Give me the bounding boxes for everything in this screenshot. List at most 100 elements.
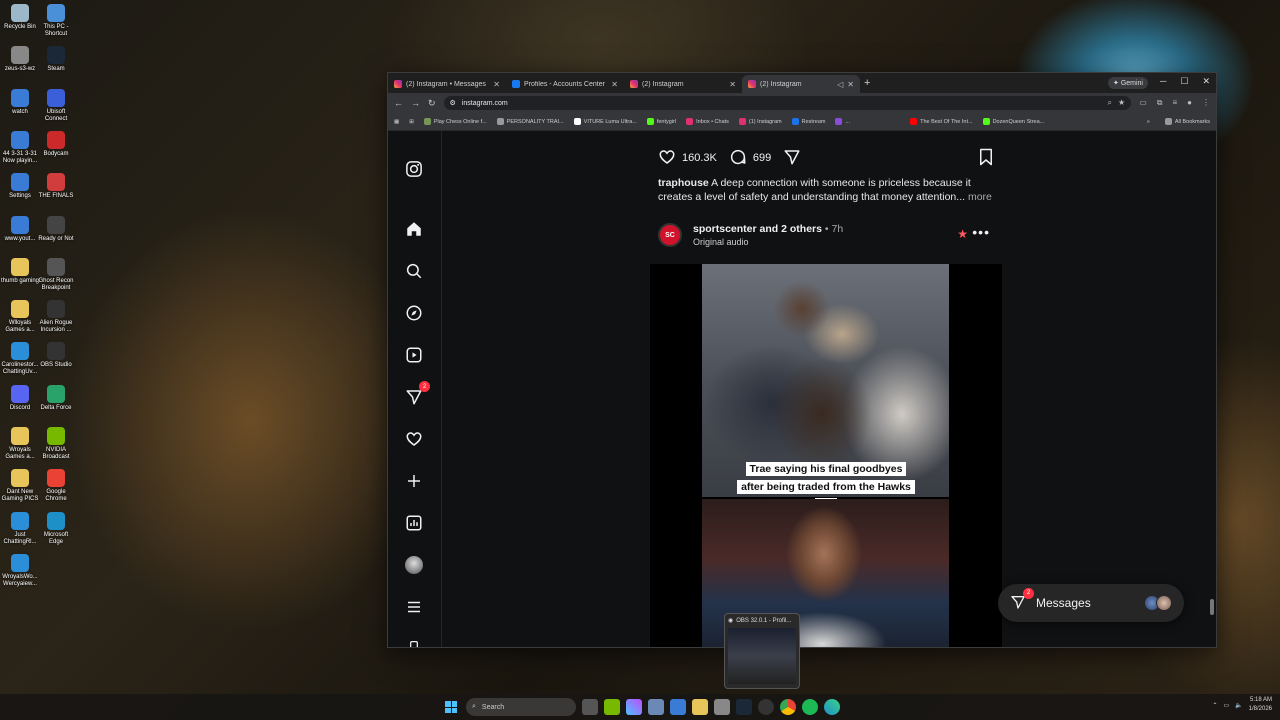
desktop-icon[interactable]: Carolinestor... ChattingUv... [0,342,40,376]
edge-icon[interactable] [824,699,840,715]
scrollbar[interactable] [1210,193,1214,647]
more-menu-icon[interactable] [404,597,424,617]
profile-avatar[interactable] [404,555,424,575]
chrome-icon[interactable] [780,699,796,715]
spotify-icon[interactable] [802,699,818,715]
bookmark-item[interactable]: VITURE Luma Ultra... [573,118,637,125]
desktop-icon[interactable]: Ready or Not [36,215,76,243]
clock[interactable]: 5:18 AM 1/8/2026 [1249,696,1272,714]
forward-icon[interactable]: → [411,98,420,108]
obs-taskbar-preview[interactable]: ◉ OBS 32.0.1 - Profil... [724,613,800,689]
home-icon[interactable] [404,219,424,239]
search-icon[interactable] [404,261,424,281]
desktop-icon[interactable]: Ghost Recon Breakpoint [36,257,76,292]
desktop-icon[interactable]: THE FINALS [36,173,76,200]
more-options-icon[interactable]: ••• [972,224,990,240]
tab-instagram-messages[interactable]: (2) Instagram • Messages ✕ [388,75,506,93]
desktop-icon[interactable]: Delta Force [36,384,76,412]
dashboard-icon[interactable] [404,513,424,533]
mute-icon[interactable]: ◁ [837,80,843,89]
extensions-icon[interactable]: ⧉ [1157,98,1163,108]
desktop-icon[interactable]: Discord [0,384,40,412]
windows-start-icon[interactable] [445,701,457,713]
reels-icon[interactable] [404,345,424,365]
explore-icon[interactable] [404,303,424,323]
apps-icon[interactable]: ▦ [394,119,399,125]
new-tab-button[interactable]: + [864,77,870,89]
bookmark-item[interactable]: The Best Of The Int... [910,118,973,125]
scrollbar-thumb[interactable] [1210,599,1214,615]
desktop-icon[interactable]: zeus-s3-wz [0,46,40,73]
desktop-icon[interactable]: Steam [36,46,76,73]
desktop-icon[interactable]: Wlloyals Games a... [0,300,40,334]
heart-icon[interactable] [404,429,424,449]
all-bookmarks-button[interactable]: » All Bookmarks [1147,118,1210,125]
calendar-icon[interactable] [648,699,664,715]
desktop-icon[interactable]: www.yout... [0,215,40,243]
zoom-icon[interactable]: ⌕ [1108,98,1112,108]
cast-icon[interactable]: ▭ [1139,98,1147,108]
tab-instagram-2[interactable]: (2) Instagram ✕ [624,75,742,93]
instagram-logo-icon[interactable] [404,159,424,179]
desktop-icon[interactable]: This PC - Shortcut [36,4,76,38]
file-explorer-icon[interactable] [692,699,708,715]
profile-icon[interactable]: ● [1187,98,1192,108]
reload-icon[interactable]: ↻ [428,98,436,109]
minimize-icon[interactable]: ─ [1160,76,1166,87]
desktop-icon[interactable]: Ubisoft Connect [36,88,76,123]
task-view-icon[interactable] [582,699,598,715]
desktop-icon[interactable]: OBS Studio [36,342,76,369]
comment-icon[interactable] [729,148,747,169]
menu-icon[interactable]: ⋮ [1202,98,1210,108]
obs-icon[interactable] [758,699,774,715]
store-icon[interactable] [670,699,686,715]
bookmark-item[interactable]: Play Chess Online f... [423,118,487,125]
close-tab-icon[interactable]: ✕ [611,80,618,89]
desktop-icon[interactable]: Just ChattingRl... [0,511,40,546]
gemini-button[interactable]: ✦ Gemini [1107,77,1148,89]
bookmark-item[interactable]: ... [835,118,850,125]
bookmark-star-icon[interactable]: ★ [1118,98,1125,108]
desktop-icon[interactable]: Wroyals Games a... [0,427,40,461]
bookmark-item[interactable]: DozenQueen Strea... [982,118,1044,125]
close-icon[interactable]: ✕ [1202,76,1210,87]
post-video[interactable]: Trae saying his final goodbyes after bei… [650,264,1002,647]
bookmark-item[interactable]: (1) Instagram [738,118,782,125]
bookmark-item[interactable]: fentygirl [646,118,676,125]
desktop-icon[interactable]: thumb gaming [0,257,40,285]
post-account-link[interactable]: sportscenter [693,223,757,235]
bookmark-item[interactable]: Inbox • Chats [686,118,729,125]
share-icon[interactable] [783,148,801,169]
nvidia-icon[interactable] [604,699,620,715]
close-tab-icon[interactable]: ✕ [493,80,500,89]
also-from-meta-icon[interactable] [404,635,424,647]
desktop-icon[interactable]: Settings [0,173,40,200]
close-tab-icon[interactable]: ✕ [729,80,736,89]
address-bar[interactable]: ⚙ instagram.com ⌕ ★ [443,96,1132,110]
tab-instagram-active[interactable]: (2) Instagram ◁ ✕ [742,75,860,93]
save-icon[interactable] [978,148,994,169]
settings-icon[interactable] [714,699,730,715]
back-icon[interactable]: ← [394,98,403,108]
create-icon[interactable] [404,471,424,491]
original-audio-link[interactable]: Original audio [693,237,749,247]
steam-icon[interactable] [736,699,752,715]
desktop-icon[interactable]: Bodycam [36,130,76,158]
desktop-icon[interactable]: WroyalsWo... Wercyaiew... [0,553,40,588]
desktop-icon[interactable]: NVIDIA Broadcast [36,427,76,461]
like-icon[interactable] [658,148,676,169]
close-tab-icon[interactable]: ✕ [847,80,854,89]
desktop-icon[interactable]: Microsoft Edge [36,511,76,546]
chevron-up-icon[interactable]: ⌃ [1212,702,1217,709]
messages-button[interactable]: 2 Messages [998,584,1184,622]
media-icon[interactable]: ≡ [1172,98,1177,108]
direct-messages-icon[interactable]: 2 [404,381,430,407]
volume-icon[interactable]: 🔈 [1235,702,1242,709]
network-icon[interactable]: ▭ [1223,702,1229,709]
site-info-icon[interactable]: ⚙ [450,99,456,107]
copilot-icon[interactable] [626,699,642,715]
caption-more-link[interactable]: more [965,191,992,203]
desktop-icon[interactable]: 44 3-31 3-31 Now playin... [0,130,40,165]
tab-accounts-center[interactable]: Profiles - Accounts Center ✕ [506,75,624,93]
desktop-icon[interactable]: Recycle Bin [0,4,40,31]
